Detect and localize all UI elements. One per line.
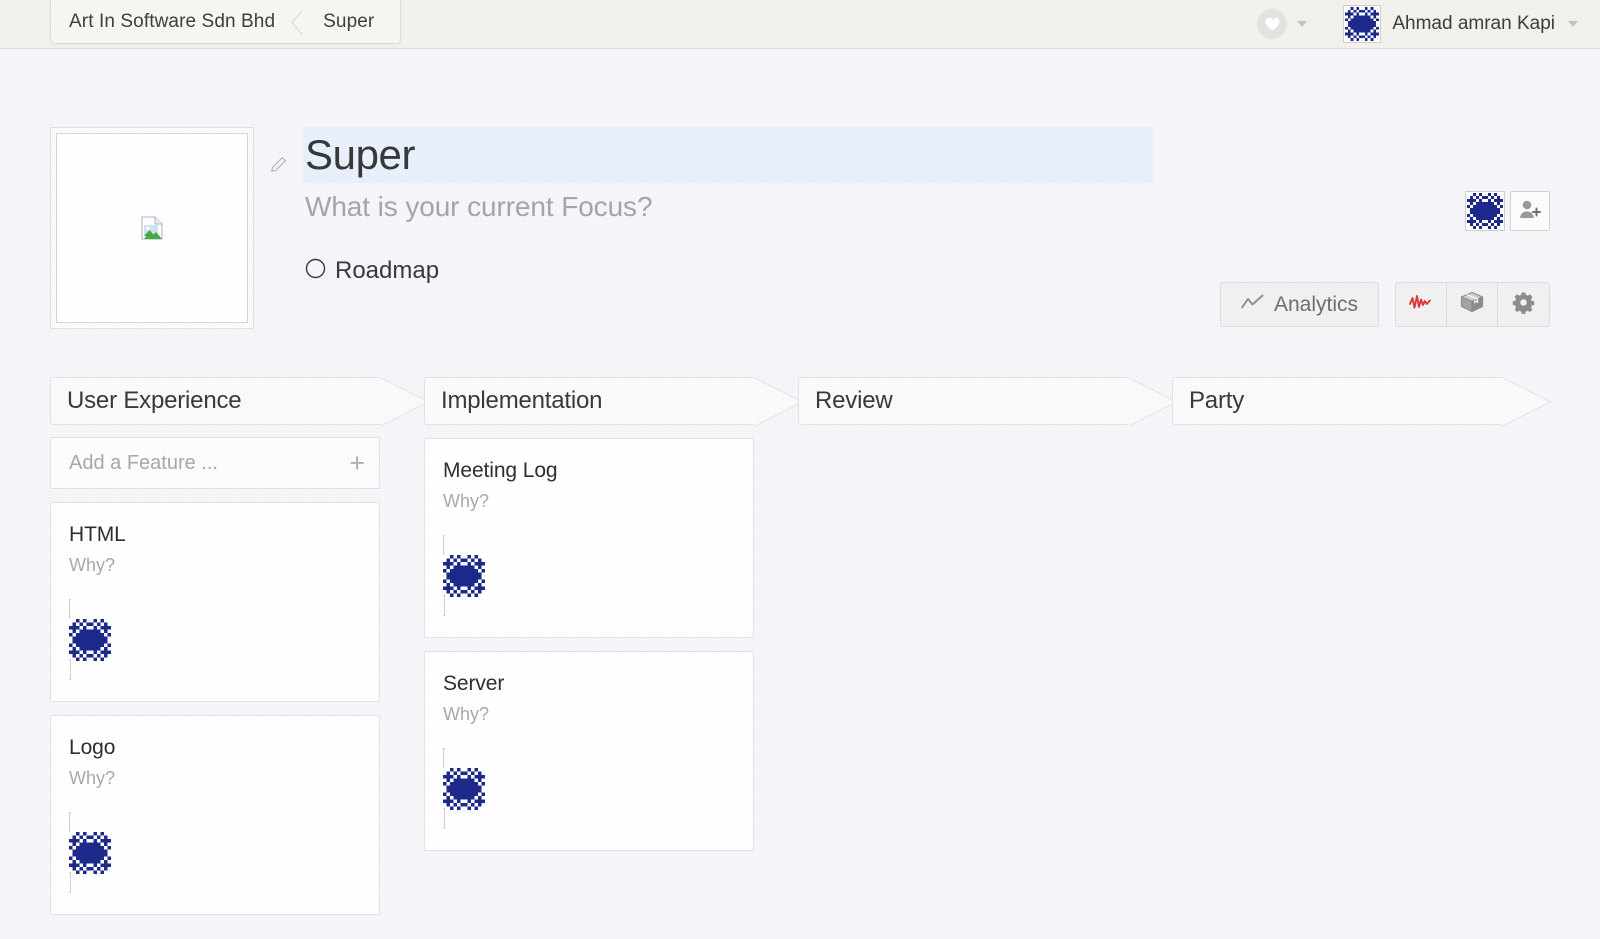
pencil-icon[interactable] — [268, 155, 288, 175]
feature-card-title: Logo — [69, 736, 116, 759]
identicon-avatar[interactable] — [69, 812, 361, 893]
top-bar: Art In Software Sdn Bhd Super Ahmad amra… — [0, 0, 1600, 49]
column-header-arrow-icon — [754, 377, 804, 427]
column-header-arrow-icon — [1502, 377, 1552, 427]
feature-card-why[interactable]: Why? — [69, 768, 361, 789]
feature-card-why[interactable]: Why? — [443, 491, 735, 512]
board-column-implementation: Implementation Meeting Log Why? Server W… — [424, 377, 804, 915]
activity-pulse-icon — [1408, 293, 1434, 316]
user-chevron-down-icon[interactable] — [1568, 21, 1578, 27]
identicon-avatar[interactable] — [1465, 191, 1505, 231]
heart-icon[interactable] — [1257, 9, 1288, 39]
tool-icon-group — [1395, 282, 1550, 327]
column-header-label: User Experience — [67, 387, 242, 414]
breadcrumb-separator-icon — [291, 0, 313, 43]
column-header-user-experience[interactable]: User Experience — [50, 377, 430, 427]
column-header-label: Party — [1189, 387, 1245, 414]
feature-card-title: HTML — [69, 523, 126, 546]
breadcrumb-item-project[interactable]: Super — [313, 0, 400, 43]
feature-card-why[interactable]: Why? — [443, 704, 735, 725]
breadcrumb-item-org[interactable]: Art In Software Sdn Bhd — [51, 0, 291, 43]
line-chart-icon — [1241, 293, 1264, 317]
column-header-party[interactable]: Party — [1172, 377, 1552, 427]
project-members — [1465, 191, 1550, 231]
project-thumbnail[interactable] — [50, 127, 254, 329]
project-actions: Analytics — [1219, 127, 1550, 327]
column-header-arrow-icon — [380, 377, 430, 427]
feature-card-title: Server — [443, 672, 505, 695]
feature-card-avatar — [69, 812, 361, 893]
column-header-label: Implementation — [441, 387, 603, 414]
roadmap-label: Roadmap — [335, 257, 440, 284]
column-header-review[interactable]: Review — [798, 377, 1178, 427]
activity-button[interactable] — [1396, 283, 1447, 326]
add-person-icon — [1519, 199, 1541, 224]
plus-icon[interactable]: + — [349, 449, 365, 477]
compass-icon — [305, 258, 326, 284]
identicon-avatar[interactable] — [443, 535, 735, 616]
package-button[interactable] — [1447, 283, 1498, 326]
broken-image-placeholder-icon — [141, 216, 163, 240]
board-column-party: Party — [1172, 377, 1552, 915]
breadcrumb-org-label: Art In Software Sdn Bhd — [69, 10, 276, 32]
feature-card[interactable]: Logo Why? — [50, 715, 380, 915]
roadmap-board: User Experience Add a Feature ... + HTML… — [50, 377, 1552, 915]
feature-card[interactable]: Meeting Log Why? — [424, 438, 754, 638]
heart-chevron-down-icon[interactable] — [1297, 21, 1308, 27]
identicon-avatar[interactable] — [69, 599, 361, 680]
feature-card-title: Meeting Log — [443, 459, 558, 482]
add-feature-placeholder: Add a Feature ... — [69, 451, 218, 474]
breadcrumb-project-label: Super — [323, 10, 375, 32]
analytics-label: Analytics — [1273, 292, 1358, 316]
page-title: Super — [305, 131, 416, 178]
breadcrumb: Art In Software Sdn Bhd Super — [50, 0, 402, 44]
feature-card-why[interactable]: Why? — [69, 555, 361, 576]
user-menu[interactable]: Ahmad amran Kapi — [1343, 5, 1578, 43]
column-body: Meeting Log Why? Server Why? — [424, 438, 754, 851]
project-toolbar: Analytics — [1219, 282, 1550, 327]
board-column-review: Review — [798, 377, 1178, 915]
project-thumbnail-inner — [56, 133, 248, 323]
column-header-arrow-icon — [1128, 377, 1178, 427]
feature-card-avatar — [443, 535, 735, 616]
board-column-user-experience: User Experience Add a Feature ... + HTML… — [50, 377, 430, 915]
project-header: Super What is your current Focus? Roadma… — [50, 49, 1550, 329]
user-name-label: Ahmad amran Kapi — [1392, 13, 1555, 34]
settings-button[interactable] — [1498, 283, 1549, 326]
add-person-button[interactable] — [1510, 191, 1550, 231]
identicon-avatar — [1343, 5, 1382, 43]
project-title-field[interactable]: Super — [303, 127, 1153, 183]
analytics-button[interactable]: Analytics — [1219, 282, 1379, 327]
add-feature-input[interactable]: Add a Feature ... + — [50, 437, 380, 489]
column-header-implementation[interactable]: Implementation — [424, 377, 804, 427]
column-header-label: Review — [815, 387, 893, 414]
box-package-icon — [1460, 291, 1484, 318]
feature-card-avatar — [443, 748, 735, 829]
top-bar-right: Ahmad amran Kapi — [1257, 5, 1578, 43]
column-body: Add a Feature ... + HTML Why? Logo Why? — [50, 437, 380, 915]
identicon-avatar[interactable] — [443, 748, 735, 829]
main-content: Super What is your current Focus? Roadma… — [0, 49, 1600, 939]
gear-icon — [1512, 291, 1535, 319]
feature-card-avatar — [69, 599, 361, 680]
feature-card[interactable]: HTML Why? — [50, 502, 380, 702]
feature-card[interactable]: Server Why? — [424, 651, 754, 851]
